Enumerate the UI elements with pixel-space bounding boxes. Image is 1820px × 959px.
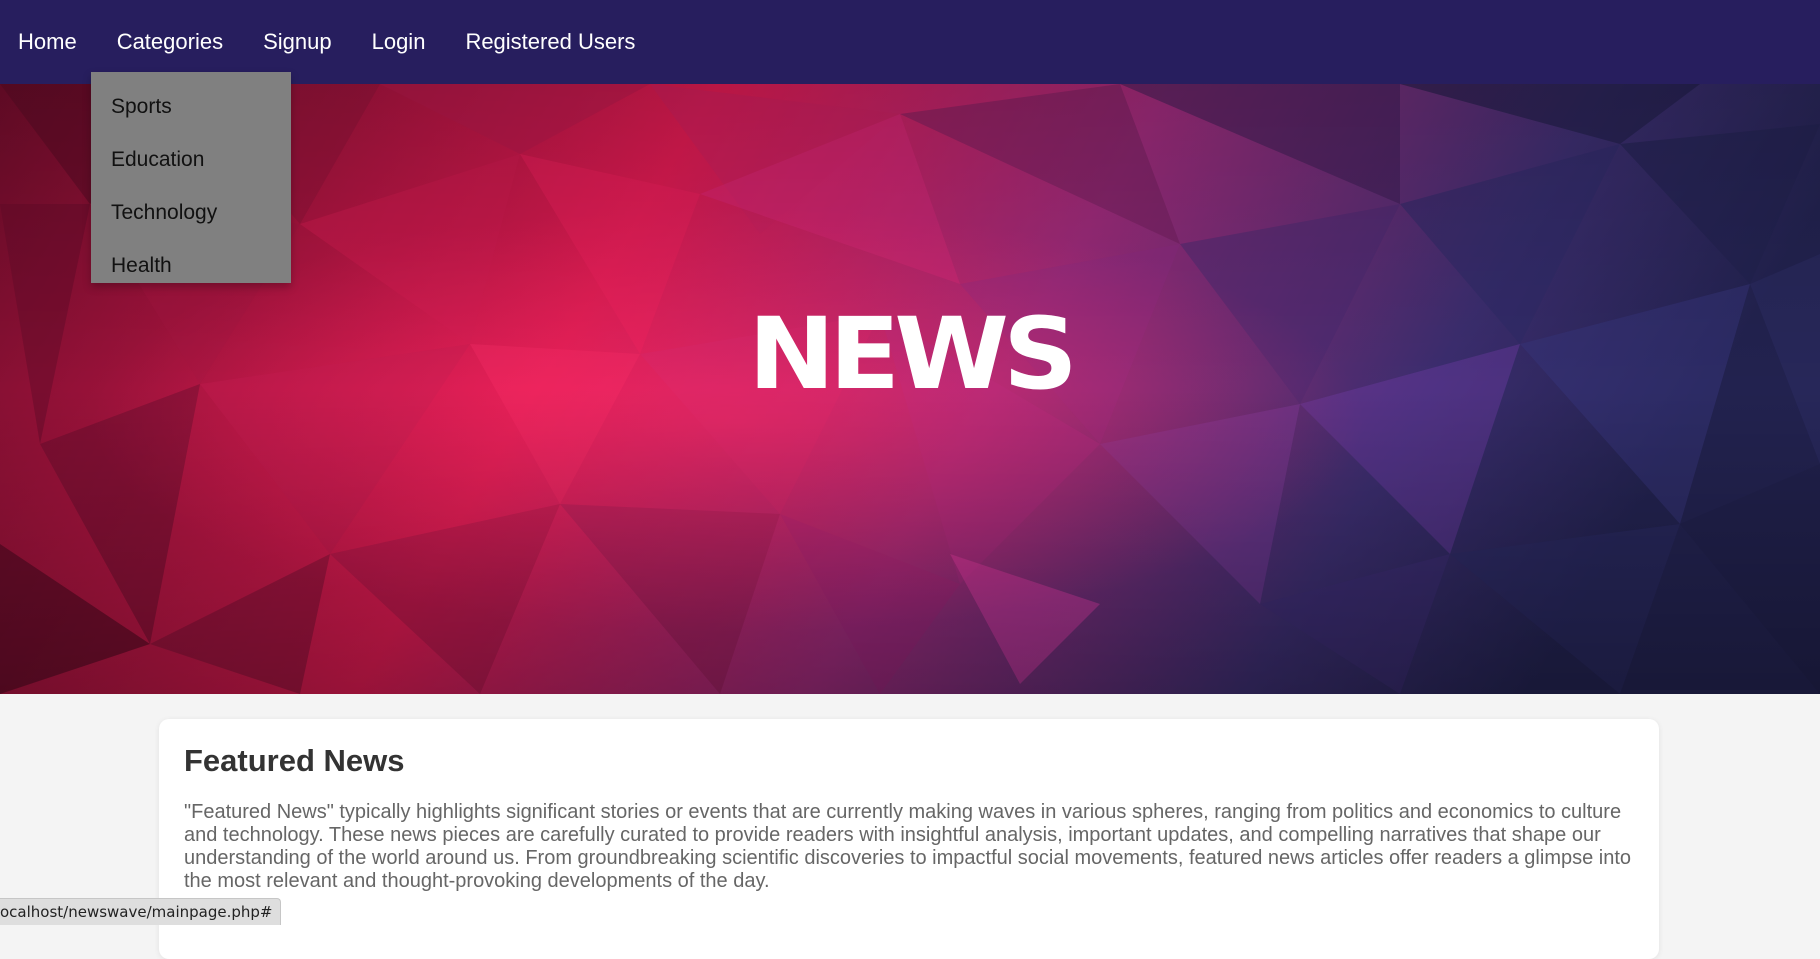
- category-sports-link[interactable]: Sports: [91, 80, 291, 133]
- featured-news-body: "Featured News" typically highlights sig…: [184, 801, 1632, 892]
- nav-login-link[interactable]: Login: [372, 0, 426, 84]
- category-education-link[interactable]: Education: [91, 133, 291, 186]
- featured-news-card: Featured News "Featured News" typically …: [159, 719, 1659, 959]
- nav-home-link[interactable]: Home: [18, 0, 77, 84]
- category-technology-link[interactable]: Technology: [91, 186, 291, 239]
- category-health-link[interactable]: Health: [91, 239, 291, 292]
- nav-registered-users-link[interactable]: Registered Users: [465, 0, 635, 84]
- categories-dropdown: Sports Education Technology Health: [91, 72, 291, 283]
- browser-status-bar: ocalhost/newswave/mainpage.php#: [0, 898, 282, 925]
- featured-news-title: Featured News: [184, 743, 405, 778]
- news-logo-text: NEWS: [748, 296, 1078, 412]
